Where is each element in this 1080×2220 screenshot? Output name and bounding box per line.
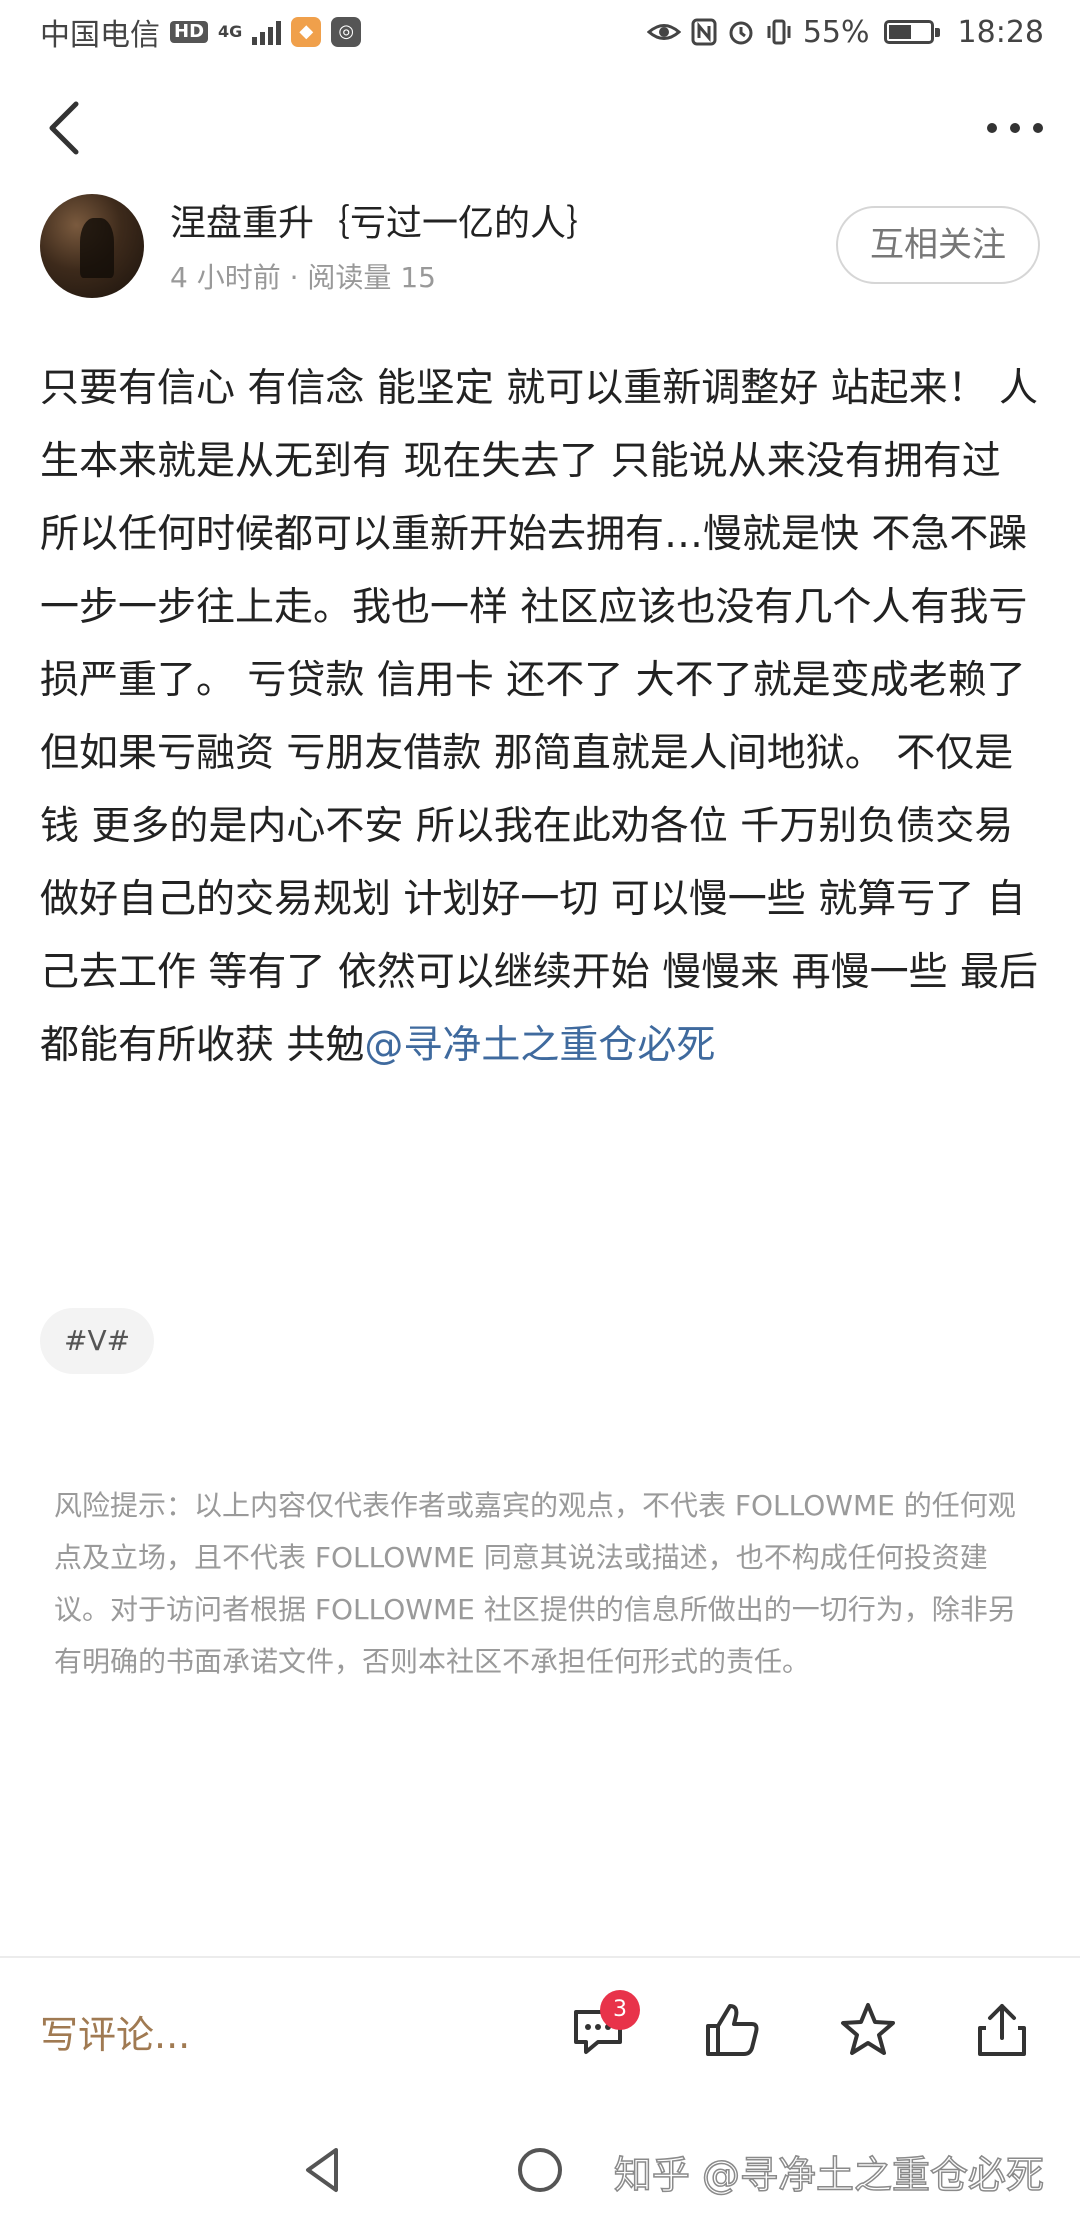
comment-button[interactable]: 3: [568, 1990, 640, 2060]
watermark: 知乎 @寻净土之重仓必死: [613, 2152, 1045, 2198]
comment-input[interactable]: 写评论...: [40, 2004, 190, 2059]
nav-home-icon[interactable]: [512, 2142, 568, 2198]
eye-comfort-icon: [646, 24, 681, 40]
top-nav: [0, 88, 1080, 168]
topic-tag[interactable]: #V#: [40, 1308, 155, 1374]
battery-icon: [883, 20, 940, 44]
post-text: 只要有信心 有信念 能坚定 就可以重新调整好 站起来！ 人生本来就是从无到有 现…: [40, 366, 1038, 1068]
favorite-button[interactable]: [838, 2000, 898, 2060]
alarm-icon: [729, 21, 753, 45]
post-body: 只要有信心 有信念 能坚定 就可以重新调整好 站起来！ 人生本来就是从无到有 现…: [40, 352, 1040, 1082]
clock: 18:28: [957, 14, 1044, 50]
like-button[interactable]: [702, 2000, 762, 2060]
star-icon: [841, 2003, 895, 2055]
nfc-icon: [691, 18, 717, 46]
nav-back-icon[interactable]: [296, 2142, 352, 2198]
battery-percent: 55%: [802, 14, 870, 50]
status-bar: 中国电信 HD 4G ◆ ◎ 55% 18:28: [0, 0, 1080, 64]
back-arrow-icon[interactable]: [40, 100, 90, 156]
risk-disclaimer: 风险提示：以上内容仅代表作者或嘉宾的观点，不代表 FOLLOWME 的任何观点及…: [54, 1489, 1016, 1678]
follow-button[interactable]: 互相关注: [836, 206, 1040, 284]
app-notification-icon: ◎: [331, 17, 362, 47]
carrier-label: 中国电信: [40, 18, 160, 53]
avatar[interactable]: [40, 194, 144, 298]
thumbs-up-icon: [706, 2004, 759, 2056]
network-type: 4G: [218, 22, 243, 41]
divider: [0, 1956, 1080, 1958]
author-header: 涅盘重升｛亏过一亿的人｝ 4 小时前 · 阅读量 15 互相关注: [40, 194, 1040, 300]
status-bar-left: 中国电信 HD 4G ◆ ◎: [40, 10, 362, 54]
system-nav-bar: 知乎 @寻净土之重仓必死: [0, 2120, 1080, 2220]
post-meta: 4 小时前 · 阅读量 15: [170, 261, 436, 294]
author-name[interactable]: 涅盘重升｛亏过一亿的人｝: [170, 194, 602, 246]
vibrate-icon: [767, 19, 791, 45]
more-dots-icon[interactable]: [980, 106, 1050, 150]
mention-link[interactable]: @寻净土之重仓必死: [364, 1023, 715, 1068]
post-detail-screen: 中国电信 HD 4G ◆ ◎ 55% 18:28 涅盘重升｛亏过一亿的人｝ 4 …: [0, 0, 1080, 2220]
hd-badge: HD: [170, 21, 209, 43]
signal-icon: [252, 19, 282, 45]
share-icon: [978, 2004, 1026, 2056]
status-bar-right: 55% 18:28: [646, 14, 1044, 50]
share-button[interactable]: [972, 2000, 1032, 2060]
app-notification-icon: ◆: [291, 17, 322, 47]
comment-count-badge: 3: [600, 1990, 640, 2030]
